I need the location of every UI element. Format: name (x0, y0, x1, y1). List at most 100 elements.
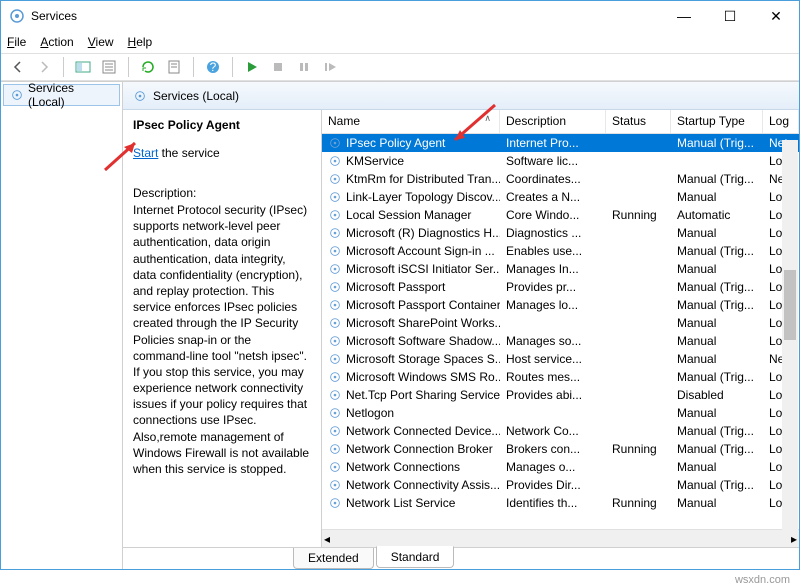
cell-startup: Manual (Trig... (671, 297, 763, 313)
rows-container[interactable]: IPsec Policy AgentInternet Pro...Manual … (322, 134, 799, 529)
cell-description: Diagnostics ... (500, 225, 606, 241)
titlebar[interactable]: Services — ☐ ✕ (1, 1, 799, 31)
service-row[interactable]: Network Connection BrokerBrokers con...R… (322, 440, 799, 458)
col-status[interactable]: Status (606, 110, 671, 133)
cell-status: Running (606, 495, 671, 511)
cell-startup: Manual (Trig... (671, 279, 763, 295)
cell-startup: Manual (Trig... (671, 135, 763, 151)
service-row[interactable]: IPsec Policy AgentInternet Pro...Manual … (322, 134, 799, 152)
gear-icon (328, 370, 342, 384)
service-row[interactable]: Microsoft Account Sign-in ...Enables use… (322, 242, 799, 260)
horizontal-scrollbar[interactable]: ◂ ▸ (322, 529, 799, 547)
gear-icon (328, 172, 342, 186)
gear-icon (328, 334, 342, 348)
close-button[interactable]: ✕ (753, 1, 799, 31)
menu-help[interactable]: Help (128, 35, 153, 49)
vertical-scrollbar[interactable] (782, 140, 798, 532)
cell-startup: Manual (Trig... (671, 477, 763, 493)
export-button[interactable] (98, 56, 120, 78)
gear-icon (328, 262, 342, 276)
cell-description: Manages In... (500, 261, 606, 277)
back-button[interactable] (7, 56, 29, 78)
service-row[interactable]: Microsoft Software Shadow...Manages so..… (322, 332, 799, 350)
cell-description: Network Co... (500, 423, 606, 439)
cell-name: IPsec Policy Agent (346, 136, 445, 150)
cell-description: Provides abi... (500, 387, 606, 403)
service-row[interactable]: NetlogonManualLoc (322, 404, 799, 422)
cell-startup (671, 160, 763, 162)
service-row[interactable]: Network ConnectionsManages o...ManualLoc (322, 458, 799, 476)
cell-status (606, 376, 671, 378)
cell-name: Microsoft Passport (346, 280, 445, 294)
service-row[interactable]: Network Connected Device...Network Co...… (322, 422, 799, 440)
col-startup[interactable]: Startup Type (671, 110, 763, 133)
cell-name: Microsoft Software Shadow... (346, 334, 500, 348)
gear-icon (328, 154, 342, 168)
refresh-button[interactable] (137, 56, 159, 78)
description-text: Internet Protocol security (IPsec) suppo… (133, 202, 311, 477)
tree-root-label: Services (Local) (28, 81, 113, 109)
service-row[interactable]: KtmRm for Distributed Tran...Coordinates… (322, 170, 799, 188)
cell-name: Microsoft Account Sign-in ... (346, 244, 495, 258)
gear-icon (328, 298, 342, 312)
cell-status (606, 268, 671, 270)
forward-button[interactable] (33, 56, 55, 78)
stop-service-button[interactable] (267, 56, 289, 78)
selected-service-name: IPsec Policy Agent (133, 118, 311, 132)
cell-startup: Manual (Trig... (671, 243, 763, 259)
cell-status (606, 250, 671, 252)
col-name[interactable]: Name (322, 110, 500, 133)
cell-name: Microsoft SharePoint Works... (346, 316, 500, 330)
cell-description (500, 322, 606, 324)
scrollbar-thumb[interactable] (784, 270, 796, 340)
properties-button[interactable] (163, 56, 185, 78)
cell-description: Manages so... (500, 333, 606, 349)
tab-standard[interactable]: Standard (376, 546, 455, 568)
description-label: Description: (133, 186, 311, 200)
service-row[interactable]: Net.Tcp Port Sharing ServiceProvides abi… (322, 386, 799, 404)
col-description[interactable]: Description (500, 110, 606, 133)
service-row[interactable]: Microsoft Storage Spaces S...Host servic… (322, 350, 799, 368)
menu-action[interactable]: Action (40, 35, 73, 49)
service-row[interactable]: Link-Layer Topology Discov...Creates a N… (322, 188, 799, 206)
gear-icon (328, 190, 342, 204)
column-headers: Name Description Status Startup Type Log (322, 110, 799, 134)
show-hide-tree-button[interactable] (72, 56, 94, 78)
tree-root-services-local[interactable]: Services (Local) (3, 84, 120, 106)
restart-service-button[interactable] (319, 56, 341, 78)
scroll-right-icon[interactable]: ▸ (791, 532, 797, 546)
services-app-icon (9, 8, 25, 24)
service-row[interactable]: Microsoft Windows SMS Ro...Routes mes...… (322, 368, 799, 386)
cell-name: Network Connection Broker (346, 442, 493, 456)
service-row[interactable]: Microsoft Passport ContainerManages lo..… (322, 296, 799, 314)
start-service-line: Start the service (133, 146, 311, 160)
service-row[interactable]: Microsoft SharePoint Works...ManualLoc (322, 314, 799, 332)
service-row[interactable]: Microsoft iSCSI Initiator Ser...Manages … (322, 260, 799, 278)
cell-description: Creates a N... (500, 189, 606, 205)
service-row[interactable]: Network Connectivity Assis...Provides Di… (322, 476, 799, 494)
cell-status (606, 304, 671, 306)
maximize-button[interactable]: ☐ (707, 1, 753, 31)
pause-service-button[interactable] (293, 56, 315, 78)
scroll-left-icon[interactable]: ◂ (324, 532, 330, 546)
service-row[interactable]: KMServiceSoftware lic...Loc (322, 152, 799, 170)
tab-extended[interactable]: Extended (293, 548, 374, 569)
service-row[interactable]: Local Session ManagerCore Windo...Runnin… (322, 206, 799, 224)
service-row[interactable]: Network List ServiceIdentifies th...Runn… (322, 494, 799, 512)
gear-icon (328, 136, 342, 150)
menu-view[interactable]: View (88, 35, 114, 49)
cell-description: Brokers con... (500, 441, 606, 457)
cell-name: Network Connected Device... (346, 424, 500, 438)
menu-file[interactable]: File (7, 35, 26, 49)
cell-name: Microsoft (R) Diagnostics H... (346, 226, 500, 240)
start-service-link[interactable]: Start (133, 146, 158, 160)
start-service-button[interactable] (241, 56, 263, 78)
cell-startup: Manual (671, 405, 763, 421)
service-row[interactable]: Microsoft (R) Diagnostics H...Diagnostic… (322, 224, 799, 242)
col-logon[interactable]: Log (763, 110, 799, 133)
service-row[interactable]: Microsoft PassportProvides pr...Manual (… (322, 278, 799, 296)
minimize-button[interactable]: — (661, 1, 707, 31)
help-icon[interactable]: ? (202, 56, 224, 78)
cell-startup: Manual (671, 351, 763, 367)
cell-description: Manages o... (500, 459, 606, 475)
